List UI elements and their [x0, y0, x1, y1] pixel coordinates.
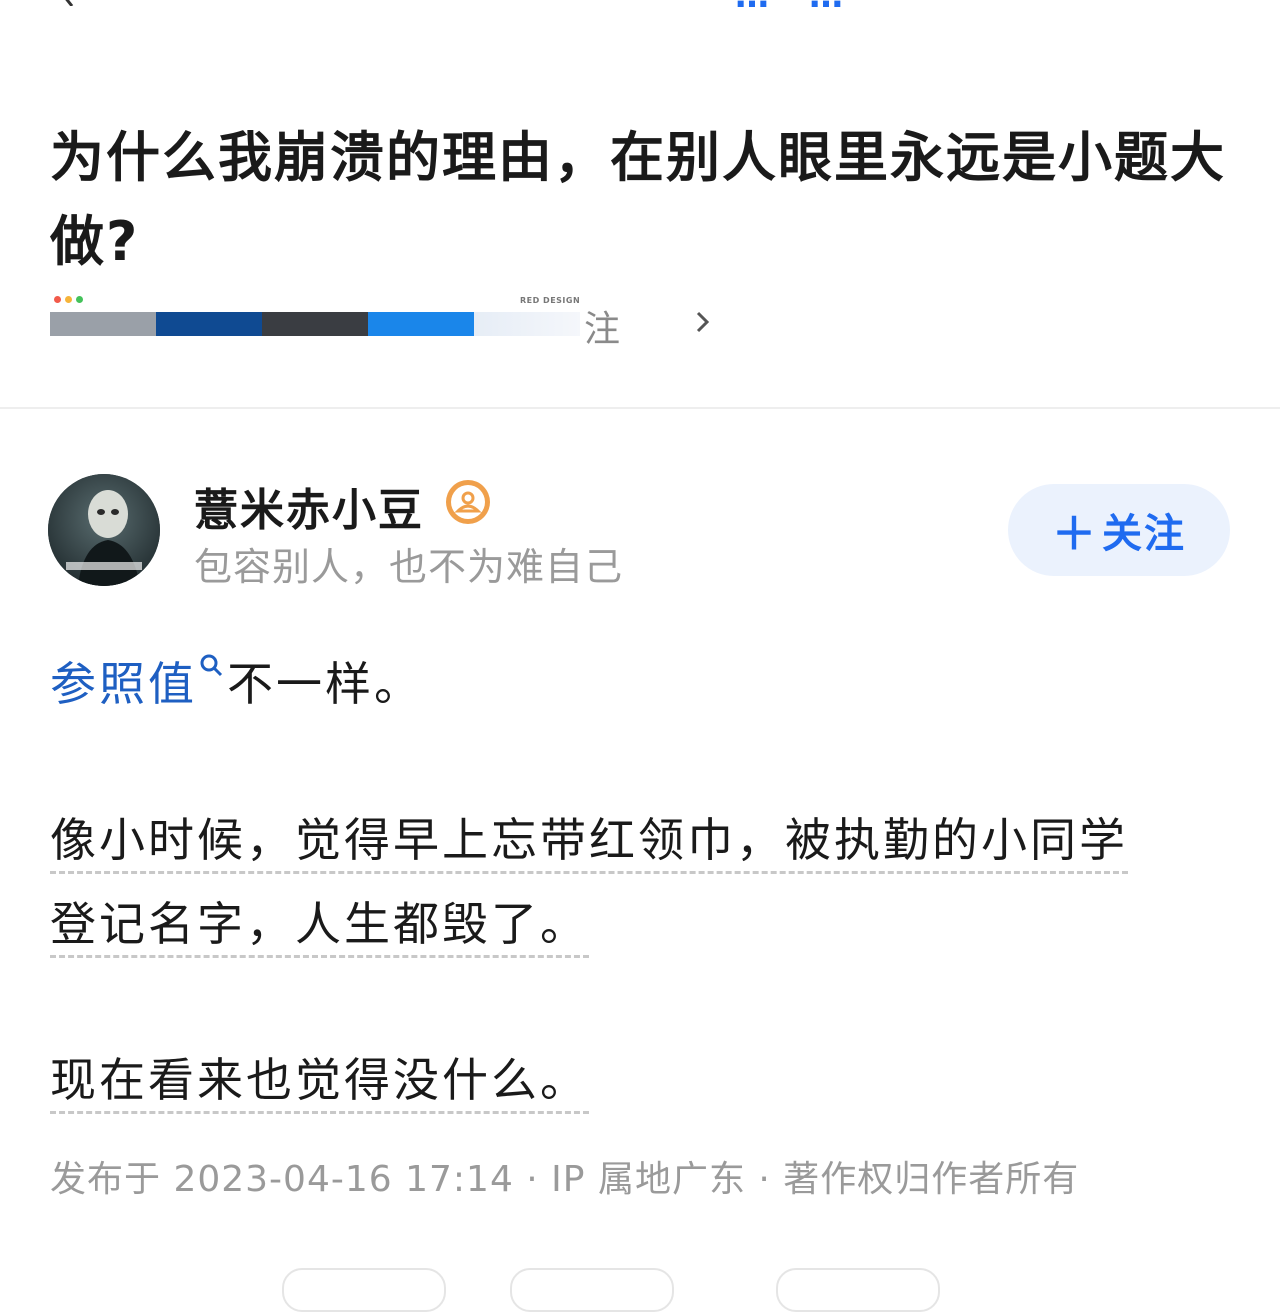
chevron-right-icon[interactable]	[694, 310, 712, 334]
answer-text: 不一样。	[227, 657, 423, 711]
top-nav-bar: … …	[0, 0, 1280, 20]
swatch	[50, 312, 156, 336]
watermark-label: RED DESIGN	[520, 296, 581, 305]
underlined-sentence[interactable]: 像小时候，觉得早上忘带红领巾，被执勤的小同学	[50, 813, 1128, 874]
verified-badge-icon	[446, 480, 490, 524]
plus-icon: ＋	[1052, 509, 1098, 560]
question-title[interactable]: 为什么我崩溃的理由，在别人眼里永远是小题大做?	[50, 116, 1230, 284]
swatch	[262, 312, 368, 336]
swatch	[156, 312, 262, 336]
avatar-image-icon	[48, 474, 160, 586]
top-links: … …	[735, 0, 843, 16]
avatar[interactable]	[48, 474, 160, 586]
answer-paragraph-3: 现在看来也觉得没什么。	[50, 1044, 589, 1114]
top-link-2[interactable]: …	[809, 0, 843, 16]
bottom-action-pill[interactable]	[776, 1268, 940, 1312]
bottom-action-pill[interactable]	[510, 1268, 674, 1312]
term-link[interactable]: 参照值	[50, 657, 197, 711]
redaction-color-strip	[50, 312, 580, 336]
answer-paragraph-2-line-2: 登记名字，人生都毁了。	[50, 888, 589, 958]
publish-meta: 发布于 2023-04-16 17:14 · IP 属地广东 · 著作权归作者所…	[50, 1159, 1080, 1200]
swatch	[368, 312, 474, 336]
answer-paragraph-1: 参照值 不一样。	[50, 648, 423, 714]
follow-button-label: 关注	[1102, 511, 1186, 557]
bottom-action-pill[interactable]	[282, 1268, 446, 1312]
underlined-sentence[interactable]: 现在看来也觉得没什么。	[50, 1053, 589, 1114]
swatch	[474, 312, 580, 336]
author-name[interactable]: 薏米赤小豆	[194, 474, 424, 538]
question-follow-text[interactable]: 注	[584, 300, 620, 352]
back-arrow-icon[interactable]	[58, 0, 78, 6]
author-bio: 包容别人，也不为难自己	[194, 545, 624, 589]
search-icon[interactable]	[197, 652, 227, 682]
section-divider	[0, 407, 1280, 409]
answer-paragraph-2-line-1: 像小时候，觉得早上忘带红领巾，被执勤的小同学	[50, 804, 1128, 874]
window-dots-icon	[54, 296, 83, 303]
underlined-sentence[interactable]: 登记名字，人生都毁了。	[50, 897, 589, 958]
top-link-1[interactable]: …	[735, 0, 769, 16]
follow-button[interactable]: ＋ 关注	[1008, 484, 1230, 576]
question-meta-row[interactable]: RED DESIGN 注	[50, 290, 710, 352]
